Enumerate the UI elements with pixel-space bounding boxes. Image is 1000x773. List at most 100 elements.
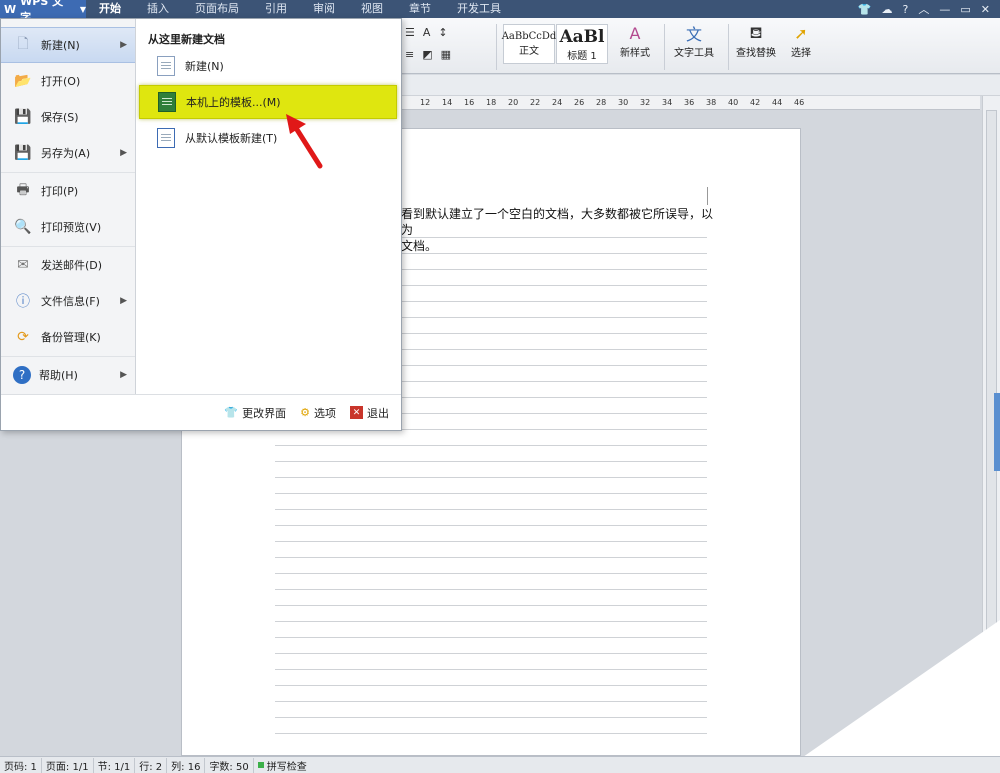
tab-view[interactable]: 视图 (348, 0, 396, 18)
ruled-line (275, 541, 707, 542)
text-tools-button[interactable]: 文 文字工具 (674, 22, 714, 59)
paragraph-tools-row-2: ≡ ◩ ▦ (405, 48, 451, 61)
new-style-icon: A (629, 23, 641, 43)
title-menu-bar: W WPS 文字 ▼ 开始 插入 页面布局 引用 审阅 视图 章节 开发工具 👕… (0, 0, 1000, 24)
ruled-line (275, 733, 707, 734)
shading-icon[interactable]: ◩ (422, 48, 432, 61)
file-menu-footer: 👕 更改界面 ⚙ 选项 ✕ 退出 (1, 394, 401, 430)
file-menu-send-mail[interactable]: ✉ 发送邮件(D) (1, 247, 135, 283)
find-replace-button[interactable]: ⛾ 查找替换 (736, 22, 776, 60)
tab-chapter[interactable]: 章节 (396, 0, 444, 18)
ruled-line (275, 477, 707, 478)
new-document-submenu: 从这里新建文档 新建(N) 本机上的模板...(M) 从默认模板新建(T) (137, 19, 401, 394)
file-menu-new-label: 新建(N) (41, 39, 80, 52)
file-menu-print-preview[interactable]: 🔍 打印预览(V) (1, 209, 135, 245)
options-button[interactable]: ⚙ 选项 (300, 405, 336, 421)
ruler-tick: 46 (794, 98, 805, 107)
sort-icon[interactable]: ↕ (438, 26, 447, 39)
binoculars-icon: ⛾ (749, 22, 763, 42)
ruler-tick: 30 (618, 98, 629, 107)
wps-logo-icon: W (4, 2, 17, 16)
close-icon[interactable]: ✕ (981, 3, 990, 16)
file-menu-print[interactable]: 🖶 打印(P) (1, 173, 135, 209)
status-column: 列: 16 (167, 757, 206, 773)
status-word-count[interactable]: 字数: 50 (205, 757, 254, 773)
change-ui-button[interactable]: 👕 更改界面 (224, 405, 286, 421)
cloud-icon[interactable]: ☁ (882, 3, 893, 16)
new-doc-icon: 🗋 (17, 36, 29, 52)
submenu-new-blank-label: 新建(N) (185, 60, 224, 73)
file-menu-save[interactable]: 💾 保存(S) (1, 99, 135, 135)
ruled-line (275, 669, 707, 670)
help-button[interactable]: ? (903, 3, 909, 16)
file-menu-file-info-label: 文件信息(F) (41, 295, 100, 308)
side-panel-tab[interactable] (994, 393, 1000, 471)
text-tools-icon: 文 (685, 25, 702, 44)
tab-developer[interactable]: 开发工具 (444, 0, 514, 18)
file-info-icon: ⓘ (16, 294, 30, 310)
ruled-line (275, 653, 707, 654)
paragraph-tools-row-1: ☰ A ↕ (405, 26, 448, 39)
document-body-text[interactable]: 看到默认建立了一个空白的文档，大多数都被它所误导，以为 文档。 (401, 206, 721, 254)
spell-check-toggle[interactable]: 拼写检查 (254, 758, 311, 773)
file-menu-help[interactable]: ? 帮助(H) ▶ (1, 357, 135, 393)
word-doc-icon (157, 128, 175, 148)
new-style-label: 新样式 (620, 48, 650, 59)
file-menu-send-mail-label: 发送邮件(D) (41, 259, 103, 272)
ruler-tick: 26 (574, 98, 585, 107)
ruler-tick: 36 (684, 98, 695, 107)
ruled-line (275, 573, 707, 574)
status-bar: 页码: 1 页面: 1/1 节: 1/1 行: 2 列: 16 字数: 50 拼… (0, 756, 1000, 773)
file-menu-save-as[interactable]: 💾 另存为(A) ▶ (1, 135, 135, 171)
submenu-from-default-template[interactable]: 从默认模板新建(T) (139, 121, 397, 155)
file-menu-backup[interactable]: ⟳ 备份管理(K) (1, 319, 135, 355)
ruled-line (275, 701, 707, 702)
border-icon[interactable]: ▦ (441, 48, 451, 61)
shirt-icon: 👕 (224, 406, 239, 419)
style-heading-label: 标题 1 (567, 50, 597, 62)
ruled-line (275, 509, 707, 510)
file-menu-open[interactable]: 📂 打开(O) (1, 63, 135, 99)
minimize-icon[interactable]: — (939, 3, 950, 16)
ribbon-separator (728, 24, 729, 70)
restore-icon[interactable]: ▭ (960, 3, 970, 16)
help-icon: ? (13, 366, 31, 384)
skin-shirt-icon[interactable]: 👕 (858, 3, 872, 16)
ribbon-separator (664, 24, 665, 70)
wps-app-menu-button[interactable]: W WPS 文字 ▼ (0, 0, 86, 24)
submenu-from-default-template-label: 从默认模板新建(T) (185, 132, 278, 145)
text-tools-label: 文字工具 (674, 48, 714, 59)
file-menu-new[interactable]: 🗋 新建(N) ▶ (1, 27, 135, 63)
mail-icon: ✉ (17, 257, 29, 273)
ruler-tick: 34 (662, 98, 673, 107)
line-spacing-icon[interactable]: ≡ (405, 48, 414, 61)
cursor-select-icon: ➚ (794, 23, 808, 43)
exit-button[interactable]: ✕ 退出 (350, 405, 389, 421)
submenu-new-blank[interactable]: 新建(N) (139, 49, 397, 83)
tab-insert[interactable]: 插入 (134, 0, 182, 18)
file-menu-print-preview-label: 打印预览(V) (41, 221, 102, 234)
style-heading-1[interactable]: AaBl 标题 1 (556, 24, 608, 64)
submenu-local-templates[interactable]: 本机上的模板...(M) (139, 85, 397, 119)
document-line-1: 看到默认建立了一个空白的文档，大多数都被它所误导，以为 (401, 207, 714, 237)
blank-doc-icon (157, 56, 175, 76)
tab-review[interactable]: 审阅 (300, 0, 348, 18)
find-replace-label: 查找替换 (736, 48, 776, 59)
status-pages: 页面: 1/1 (42, 757, 94, 773)
select-button[interactable]: ➚ 选择 (790, 22, 812, 60)
tab-page-layout[interactable]: 页面布局 (182, 0, 252, 18)
ruled-line (275, 493, 707, 494)
file-menu-file-info[interactable]: ⓘ 文件信息(F) ▶ (1, 283, 135, 319)
style-normal[interactable]: AaBbCcDd 正文 (502, 24, 556, 64)
list-icon[interactable]: ☰ (405, 26, 415, 39)
file-menu-open-label: 打开(O) (41, 75, 81, 88)
tab-references[interactable]: 引用 (252, 0, 300, 18)
tab-home[interactable]: 开始 (86, 0, 134, 18)
new-style-button[interactable]: A 新样式 (620, 22, 650, 60)
font-size-icon[interactable]: A (423, 26, 431, 39)
collapse-ribbon-icon[interactable]: ︿ (918, 1, 929, 17)
ruled-line (275, 685, 707, 686)
backup-icon: ⟳ (17, 329, 29, 345)
print-preview-icon: 🔍 (14, 219, 32, 235)
ruler-tick: 38 (706, 98, 717, 107)
